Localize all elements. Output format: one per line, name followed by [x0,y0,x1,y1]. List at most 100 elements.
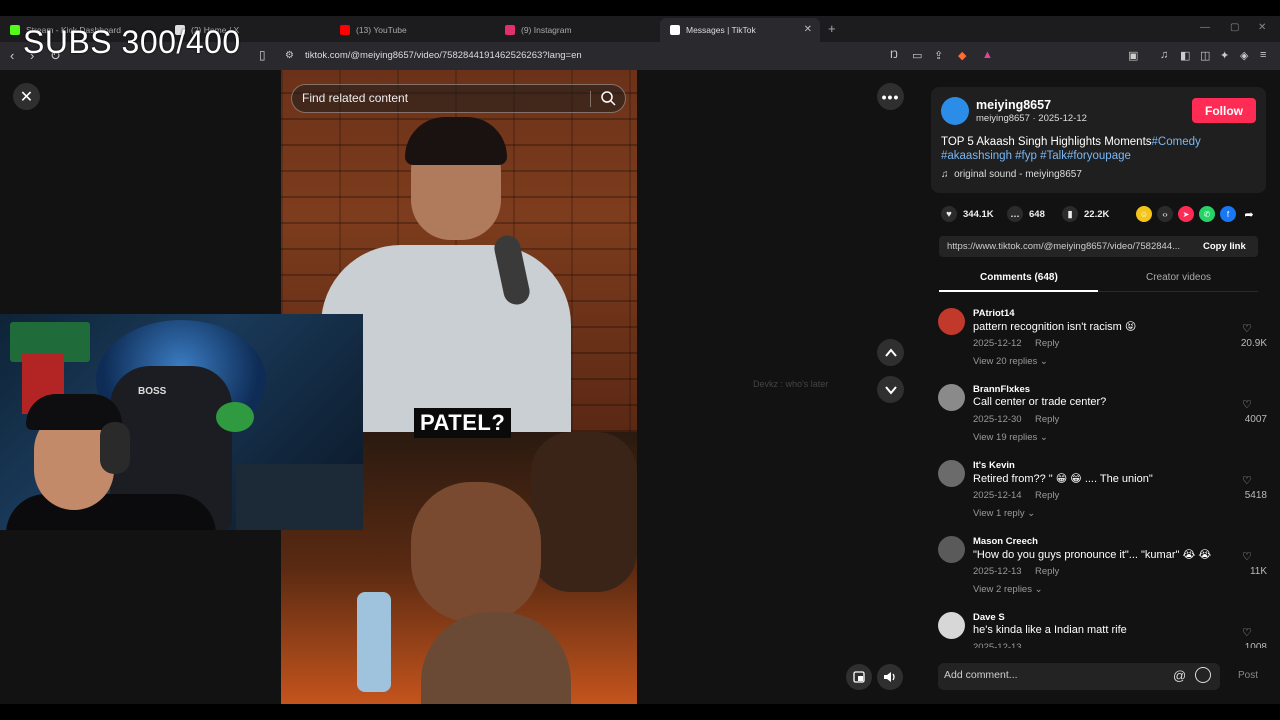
tab-comments[interactable]: Comments (648) [980,272,1058,283]
comment-like-icon[interactable]: ♡ [1242,398,1252,411]
comedian-hair [405,117,507,165]
streamer-webcam: BOSS [0,314,363,530]
send-icon[interactable]: ➤ [1178,206,1194,222]
comment-item: It's Kevin Retired from?? " 😁 😁 .... The… [937,460,1267,528]
facebook-icon[interactable]: f [1220,206,1236,222]
music-icon[interactable]: ♫ [1160,49,1168,61]
comment-input[interactable] [944,669,1164,681]
view-replies-label: View 20 replies [973,356,1038,367]
chevron-down-icon: ⌄ [1027,508,1036,519]
friends-share-icon[interactable]: ☺ [1136,206,1152,222]
close-tab-icon[interactable]: ✕ [804,24,812,35]
save-button[interactable]: ▮ 22.2K [1062,206,1109,222]
floating-player-button[interactable] [846,664,872,690]
vpn-icon[interactable]: ◈ [1240,49,1248,62]
url-field[interactable]: tiktok.com/@meiying8657/video/7582844191… [305,50,582,61]
comment-user[interactable]: BrannFlxkes [973,384,1030,395]
comment-item: Mason Creech "How do you guys pronounce … [937,536,1267,604]
view-replies-button[interactable]: View 1 reply ⌄ [973,508,1035,519]
related-search-input[interactable] [302,91,582,105]
mention-icon[interactable]: @ [1173,668,1186,683]
previous-video-button[interactable] [877,339,904,366]
comment-user[interactable]: It's Kevin [973,460,1015,471]
minimize-icon[interactable]: — [1200,22,1210,33]
desk-shelf [236,464,363,530]
sound-link[interactable]: ♫ original sound - meiying8657 [941,169,1082,180]
author-username[interactable]: meiying8657 [976,98,1051,112]
music-note-icon: ♫ [941,169,949,180]
comment-user[interactable]: Mason Creech [973,536,1038,547]
comment-like-icon[interactable]: ♡ [1242,322,1252,335]
cast-icon[interactable]: ▭ [912,49,922,62]
comment-like-icon[interactable]: ♡ [1242,626,1252,639]
comment-date: 2025-12-30 [973,414,1022,425]
close-video-button[interactable]: ✕ [13,83,40,110]
more-options-button[interactable]: ••• [877,83,904,110]
tab-instagram[interactable]: (9) Instagram [495,18,658,42]
reply-button[interactable]: Reply [1035,490,1059,501]
headset [100,422,130,474]
brave-shield-icon[interactable]: ◆ [958,49,966,62]
view-replies-button[interactable]: View 2 replies ⌄ [973,584,1043,595]
author-avatar[interactable] [941,97,969,125]
new-tab-button[interactable]: + [828,21,836,36]
like-button[interactable]: ♥ 344.1K [941,206,994,222]
post-comment-button[interactable]: Post [1238,670,1258,681]
view-replies-button[interactable]: View 20 replies ⌄ [973,356,1048,367]
view-replies-label: View 2 replies [973,584,1032,595]
comment-date: 2025-12-12 [973,338,1022,349]
youtube-icon [340,25,350,35]
avatar[interactable] [938,460,965,487]
sidebar-icon[interactable]: ◧ [1180,49,1190,62]
back-icon[interactable]: ‹ [10,48,14,63]
copy-link-button[interactable]: Copy link [1203,241,1246,252]
search-icon[interactable] [600,90,616,111]
bookmark-icon[interactable]: ▯ [259,48,266,62]
tiktok-icon [670,25,680,35]
translate-icon[interactable]: Ŋ [890,49,898,61]
wallet-icon[interactable]: ◫ [1200,49,1210,62]
follow-button[interactable]: Follow [1192,98,1256,123]
reply-button[interactable]: Reply [1035,338,1059,349]
comment-like-icon[interactable]: ♡ [1242,474,1252,487]
comment-like-count: 1008 [1244,642,1267,648]
view-replies-button[interactable]: View 19 replies ⌄ [973,432,1048,443]
rewards-icon[interactable]: ▲ [982,49,993,61]
close-window-icon[interactable]: ✕ [1258,22,1266,33]
embed-icon[interactable]: ‹› [1157,206,1173,222]
comment-user[interactable]: Dave S [973,612,1005,623]
tab-tiktok[interactable]: Messages | TikTok ✕ [660,18,820,42]
leo-icon[interactable]: ✦ [1220,49,1229,62]
volume-button[interactable] [877,664,903,690]
tab-search-icon[interactable]: ▣ [1128,49,1138,62]
avatar[interactable] [938,308,965,335]
avatar[interactable] [938,612,965,639]
hashtags[interactable]: #akaashsingh #fyp #Talk#foryoupage [941,150,1131,162]
tab-label: (13) YouTube [356,25,407,35]
reply-button[interactable]: Reply [1035,566,1059,577]
site-info-icon[interactable]: ⚙ [285,50,294,61]
emoji-icon[interactable] [1195,667,1211,683]
avatar[interactable] [938,384,965,411]
hashtag[interactable]: #Comedy [1152,136,1201,148]
comment-button[interactable]: … 648 [1007,206,1045,222]
comment-like-count: 4007 [1244,414,1267,425]
comment-like-icon[interactable]: ♡ [1242,550,1252,563]
audience-member [411,482,541,622]
reply-button[interactable]: Reply [1035,414,1059,425]
share-arrow-icon[interactable]: ➦ [1241,206,1257,222]
maximize-icon[interactable]: ▢ [1230,22,1239,33]
chevron-up-icon [884,347,897,357]
avatar[interactable] [938,536,965,563]
whatsapp-icon[interactable]: ✆ [1199,206,1215,222]
share-icon[interactable]: ⇪ [934,49,943,62]
comment-user[interactable]: PAtriot14 [973,308,1015,319]
menu-icon[interactable]: ≡ [1260,49,1266,61]
tab-youtube[interactable]: (13) YouTube [330,18,495,42]
next-video-button[interactable] [877,376,904,403]
panel-tabs: Comments (648) Creator videos [939,266,1258,292]
tab-creator-videos[interactable]: Creator videos [1146,272,1211,283]
desc-text: TOP 5 Akaash Singh Highlights Moments [941,136,1152,148]
instagram-icon [505,25,515,35]
post-description: TOP 5 Akaash Singh Highlights Moments#Co… [941,135,1241,163]
